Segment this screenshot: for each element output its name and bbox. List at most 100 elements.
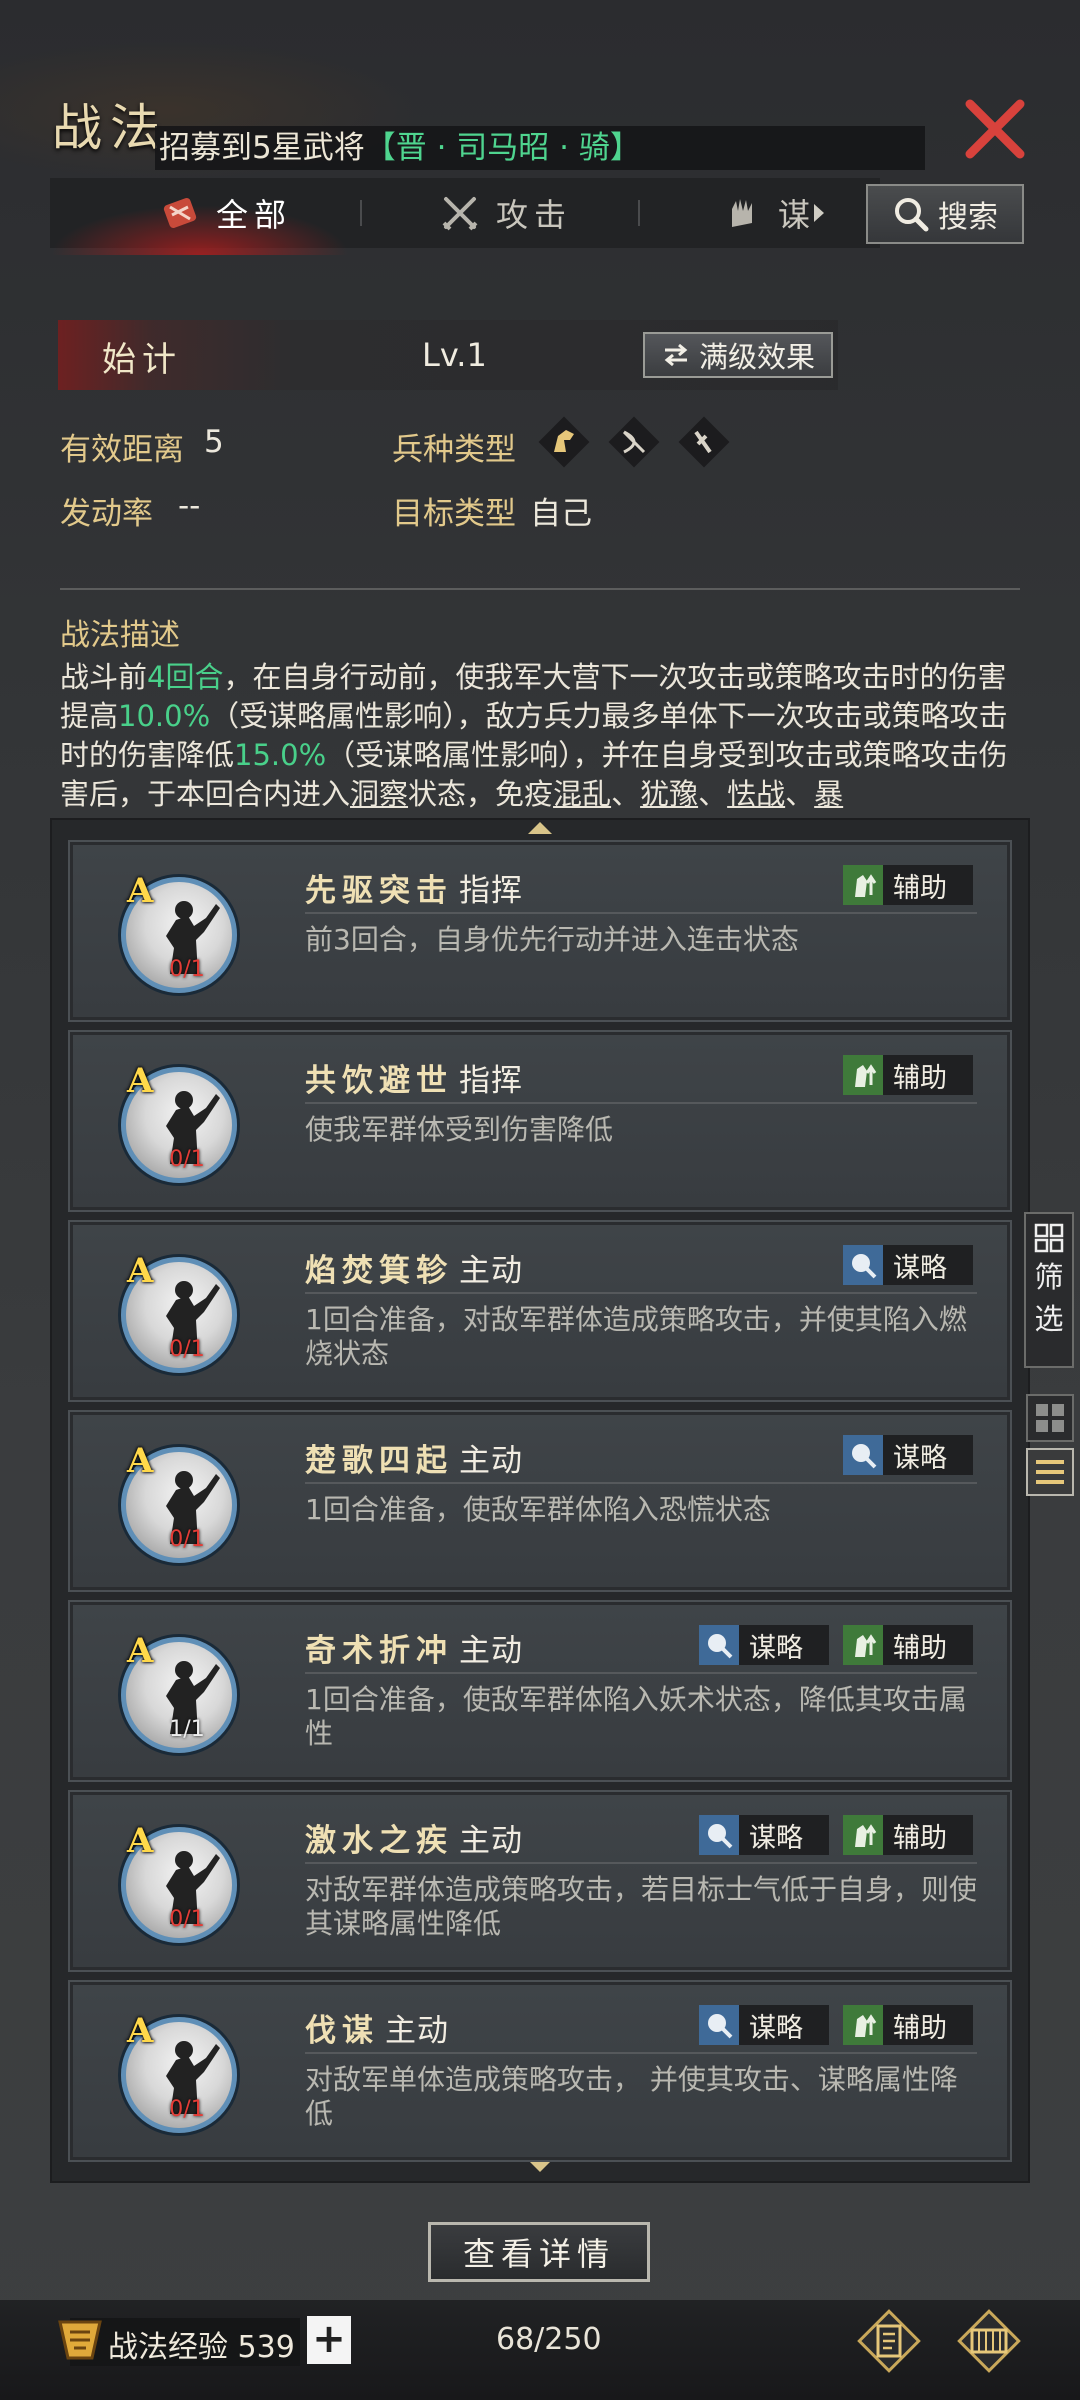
assist-icon	[843, 2005, 883, 2045]
skill-card-title: 奇术折冲 主动	[305, 1625, 523, 1670]
grid-view-icon	[1036, 1404, 1064, 1432]
skill-card-type: 主动	[385, 2013, 449, 2049]
assist-icon	[843, 1815, 883, 1855]
scroll-up-arrow-icon	[528, 822, 552, 834]
assist-tag: 辅助	[843, 1055, 973, 1095]
tab-all[interactable]: 全部	[160, 178, 292, 248]
status-link-fear[interactable]: 怯战	[727, 777, 785, 810]
skill-book-icon[interactable]	[854, 2306, 924, 2376]
skill-description: 战斗前4回合，在自身行动前，使我军大营下一次攻击或策略攻击时的伤害提高10.0%…	[60, 658, 1020, 810]
search-label: 搜索	[938, 200, 998, 235]
card-divider	[305, 1672, 977, 1674]
assist-icon	[843, 1055, 883, 1095]
card-divider	[305, 2052, 977, 2054]
range-label: 有效距离	[60, 432, 184, 468]
strategy-tag: 谋略	[699, 1625, 829, 1665]
desc-highlight: 4回合	[147, 660, 224, 694]
skill-card-type: 主动	[459, 1823, 523, 1859]
strategy-icon	[699, 2005, 739, 2045]
trigger-rate-value: --	[178, 488, 201, 524]
desc-highlight: 10.0%	[118, 699, 211, 733]
skill-count: 0/1	[169, 957, 205, 982]
section-divider	[60, 588, 1020, 590]
tag-label: 辅助	[893, 2012, 947, 2044]
troop-type-label: 兵种类型	[392, 432, 516, 468]
skill-card-description: 对敌军群体造成策略攻击，若目标士气低于自身，则使其谋略属性降低	[305, 1873, 978, 1940]
card-divider	[305, 1482, 977, 1484]
skill-count: 1/1	[169, 1717, 205, 1742]
skill-count: 0/1	[169, 1147, 205, 1172]
close-button[interactable]	[962, 96, 1028, 162]
trigger-rate-label: 发动率	[60, 496, 153, 532]
skill-card-title: 楚歌四起 主动	[305, 1435, 523, 1480]
skill-card[interactable]: A 0/1 先驱突击 指挥 前3回合，自身优先行动并进入连击状态 辅助	[68, 840, 1012, 1022]
tab-label: 全部	[216, 196, 293, 234]
bamboo-scroll-icon[interactable]	[954, 2306, 1024, 2376]
desc-text: 战斗前	[60, 660, 148, 694]
shield-troop-icon	[678, 416, 730, 468]
filter-button[interactable]: 筛 选	[1024, 1212, 1074, 1368]
desc-text: 状态，免疫	[408, 777, 554, 810]
status-link-rage[interactable]: 暴	[814, 777, 843, 810]
card-divider	[305, 1292, 977, 1294]
skill-grade: A	[127, 1061, 154, 1101]
strategy-icon	[699, 1815, 739, 1855]
skill-card-title: 共饮避世 指挥	[305, 1055, 523, 1100]
description-title: 战法描述	[60, 618, 180, 653]
status-link-chaos[interactable]: 混乱	[553, 777, 611, 810]
list-view-button[interactable]	[1026, 1448, 1074, 1496]
skill-card-type: 主动	[459, 1633, 523, 1669]
status-link-hesitate[interactable]: 犹豫	[640, 777, 698, 810]
skill-card-title: 焰焚箕轸 主动	[305, 1245, 523, 1290]
skill-name: 始计	[102, 340, 182, 380]
tag-label: 辅助	[893, 1632, 947, 1664]
skill-card[interactable]: A 0/1 共饮避世 指挥 使我军群体受到伤害降低 辅助	[68, 1030, 1012, 1212]
tag-label: 谋略	[749, 1822, 803, 1854]
skill-card[interactable]: A 0/1 激水之疾 主动 对敌军群体造成策略攻击，若目标士气低于自身，则使其谋略…	[68, 1790, 1012, 1972]
skill-capacity: 68/250	[496, 2322, 602, 2357]
scroll-down-arrow-icon	[528, 2160, 552, 2172]
skill-card-name: 奇术折冲	[305, 1633, 453, 1669]
marquee-text: 招募到5星武将	[159, 130, 365, 166]
assist-icon	[843, 865, 883, 905]
skill-count: 0/1	[169, 1907, 205, 1932]
desc-text: 、	[698, 777, 728, 810]
hand-icon	[732, 199, 752, 227]
target-type-value: 自己	[530, 496, 592, 532]
skill-level: Lv.1	[422, 336, 487, 374]
announcement-marquee: 招募到5星武将【晋 · 司马昭 · 骑】	[155, 126, 925, 170]
tab-divider	[638, 200, 640, 226]
max-level-effect-button[interactable]: 满级效果	[643, 332, 833, 378]
tag-label: 谋略	[749, 2012, 803, 2044]
strategy-tag: 谋略	[699, 1815, 829, 1855]
skill-card-title: 先驱突击 指挥	[305, 865, 523, 910]
skill-card[interactable]: A 0/1 伐谋 主动 对敌军单体造成策略攻击， 并使其攻击、谋略属性降低 谋略 …	[68, 1980, 1012, 2162]
skill-card-name: 共饮避世	[305, 1063, 453, 1099]
skill-card-description: 1回合准备，使敌军群体陷入恐慌状态	[305, 1493, 771, 1526]
view-details-button[interactable]: 查看详情	[428, 2222, 650, 2282]
tab-strategy[interactable]: 谋	[722, 178, 826, 248]
exp-label: 战法经验	[108, 2330, 228, 2365]
skill-card[interactable]: A 1/1 奇术折冲 主动 1回合准备，使敌军群体陷入妖术状态，降低其攻击属性 谋…	[68, 1600, 1012, 1782]
strategy-icon	[699, 1625, 739, 1665]
list-view-icon	[1036, 1460, 1064, 1484]
exp-value: 539	[237, 2330, 295, 2365]
skill-count: 0/1	[169, 1527, 205, 1552]
target-type-label: 目标类型	[392, 496, 516, 532]
tag-label: 辅助	[893, 1822, 947, 1854]
skill-card-name: 先驱突击	[305, 873, 453, 909]
desc-text: 、	[785, 777, 815, 810]
status-link-insight[interactable]: 洞察	[350, 777, 408, 810]
grid-view-button[interactable]	[1026, 1394, 1074, 1442]
skill-card-type: 主动	[459, 1253, 523, 1289]
scroll-bundle-icon	[163, 198, 197, 228]
add-exp-button[interactable]: +	[307, 2316, 351, 2364]
skill-card[interactable]: A 0/1 楚歌四起 主动 1回合准备，使敌军群体陷入恐慌状态 谋略	[68, 1410, 1012, 1592]
skill-card[interactable]: A 0/1 焰焚箕轸 主动 1回合准备，对敌军群体造成策略攻击，并使其陷入燃烧状态…	[68, 1220, 1012, 1402]
search-button[interactable]: 搜索	[866, 184, 1024, 244]
tab-attack[interactable]: 攻击	[440, 178, 572, 248]
skill-card-description: 对敌军单体造成策略攻击， 并使其攻击、谋略属性降低	[305, 2063, 958, 2130]
tag-label: 辅助	[893, 872, 947, 904]
skill-exp-display: 战法经验 539	[108, 2322, 295, 2366]
card-divider	[305, 1102, 977, 1104]
